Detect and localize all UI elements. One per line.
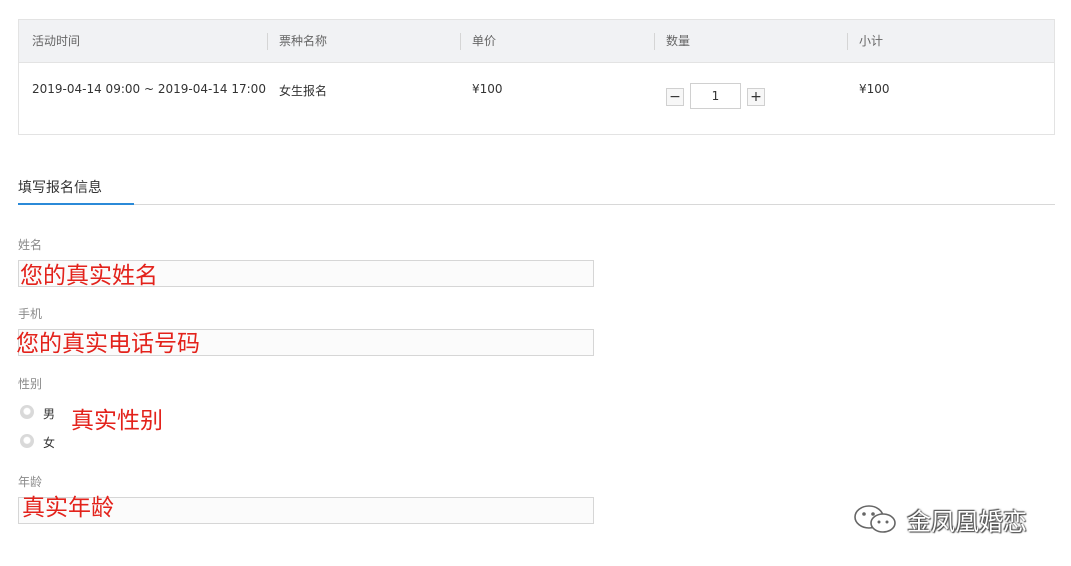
radio-button[interactable] <box>20 434 34 448</box>
tab-divider <box>18 204 1055 205</box>
header-subtotal: 小计 <box>859 34 884 48</box>
name-annotation: 您的真实姓名 <box>20 263 158 289</box>
quantity-input[interactable] <box>690 83 741 109</box>
radio-label: 女 <box>43 436 56 450</box>
header-divider <box>847 33 848 50</box>
ticket-table: 活动时间 票种名称 单价 数量 小计 2019-04-14 09:00 ~ 20… <box>18 19 1055 135</box>
header-ticket-name: 票种名称 <box>279 34 328 48</box>
active-tab-indicator <box>18 203 134 205</box>
watermark-text: 金凤凰婚恋 <box>907 508 1027 536</box>
cell-ticket-name: 女生报名 <box>279 84 328 98</box>
tab-registration-info[interactable]: 填写报名信息 <box>18 177 102 197</box>
increase-button[interactable]: + <box>747 88 765 106</box>
cell-unit-price: ¥100 <box>472 82 503 96</box>
cell-activity-time: 2019-04-14 09:00 ~ 2019-04-14 17:00 <box>32 82 266 96</box>
header-unit-price: 单价 <box>472 34 497 48</box>
header-divider <box>460 33 461 50</box>
cell-subtotal: ¥100 <box>859 82 890 96</box>
age-annotation: 真实年龄 <box>22 495 114 521</box>
radio-label: 男 <box>43 407 56 421</box>
gender-annotation: 真实性别 <box>71 408 163 434</box>
phone-annotation: 您的真实电话号码 <box>16 331 200 357</box>
decrease-button[interactable]: − <box>666 88 684 106</box>
name-label: 姓名 <box>18 238 43 252</box>
wechat-icon <box>854 505 896 533</box>
age-label: 年龄 <box>18 475 43 489</box>
table-header: 活动时间 票种名称 单价 数量 小计 <box>19 20 1054 63</box>
gender-label: 性别 <box>18 377 43 391</box>
phone-label: 手机 <box>18 307 43 321</box>
header-activity-time: 活动时间 <box>32 34 81 48</box>
radio-button[interactable] <box>20 405 34 419</box>
header-quantity: 数量 <box>666 34 691 48</box>
quantity-stepper: − + <box>666 83 766 109</box>
header-divider <box>654 33 655 50</box>
header-divider <box>267 33 268 50</box>
